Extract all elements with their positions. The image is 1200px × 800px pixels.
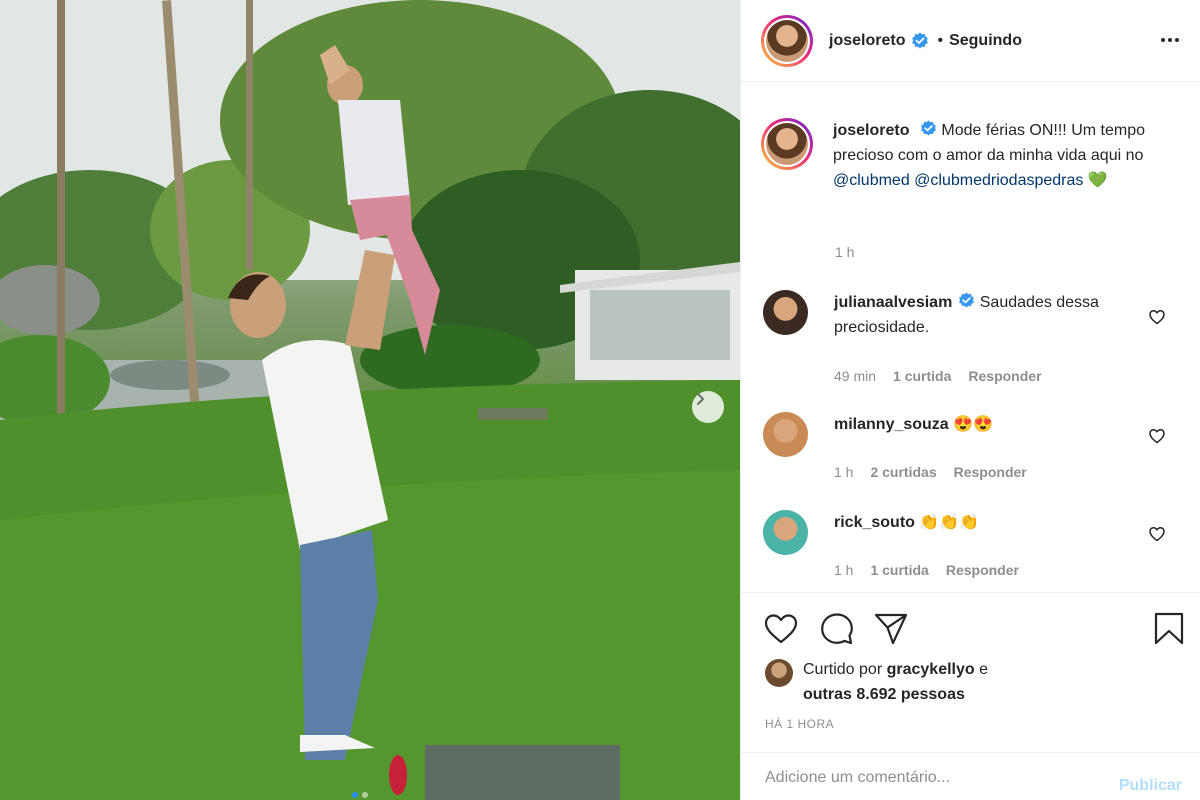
likes-summary: Curtido por gracykellyo e outras 8.692 p… [765, 657, 988, 707]
paper-plane-icon[interactable] [873, 611, 909, 647]
header-separator: • [937, 31, 944, 49]
next-photo-button[interactable] [692, 391, 724, 423]
carousel-dot-active [352, 792, 358, 798]
comment-input[interactable] [765, 767, 1085, 789]
liker-avatar[interactable] [765, 659, 793, 687]
avatar-image [766, 123, 808, 165]
publish-button[interactable]: Publicar [1119, 777, 1182, 795]
reply-button[interactable]: Responder [954, 464, 1027, 480]
add-comment-bar: Publicar [741, 752, 1200, 800]
comment-time[interactable]: 49 min [834, 368, 876, 384]
chevron-right-icon [697, 393, 704, 405]
carousel-dot [362, 792, 368, 798]
comment-time[interactable]: 1 h [834, 562, 853, 578]
post-header: joseloreto • Seguindo [741, 0, 1200, 82]
liker-username[interactable]: gracykellyo [887, 661, 975, 678]
post-side-panel: joseloreto • Seguindo joseloreto Mode fé… [740, 0, 1200, 800]
carousel-indicator [352, 792, 368, 798]
follow-status-button[interactable]: Seguindo [949, 32, 1022, 50]
comment-meta: 1 h 1 curtida Responder [834, 562, 1019, 578]
likes-count[interactable]: outras 8.692 pessoas [803, 686, 965, 703]
comment-body: julianaalvesiam Saudades dessa preciosid… [834, 290, 1134, 340]
comment-time[interactable]: 1 h [834, 464, 853, 480]
verified-badge-icon [959, 292, 975, 308]
comment-like-count[interactable]: 1 curtida [893, 368, 951, 384]
post-actions: Curtido por gracykellyo e outras 8.692 p… [741, 592, 1200, 752]
more-horizontal-icon[interactable] [1158, 28, 1182, 52]
mention-link[interactable]: @clubmedriodaspedras [914, 172, 1083, 189]
comment-bubble-icon[interactable] [819, 611, 855, 647]
heart-icon[interactable] [1148, 427, 1166, 445]
caption-text: joseloreto Mode férias ON!!! Um tempo pr… [833, 118, 1173, 193]
commenter-avatar[interactable] [763, 510, 808, 555]
caption-time[interactable]: 1 h [835, 244, 854, 260]
bookmark-icon[interactable] [1151, 611, 1187, 647]
photo-illustration [0, 0, 740, 800]
commenter-username[interactable]: milanny_souza [834, 416, 949, 433]
commenter-username[interactable]: julianaalvesiam [834, 294, 952, 311]
post-photo[interactable] [0, 0, 740, 800]
caption-username[interactable]: joseloreto [833, 122, 909, 139]
author-username[interactable]: joseloreto [829, 32, 905, 50]
verified-badge-icon [921, 120, 936, 136]
comment-like-count[interactable]: 2 curtidas [870, 464, 936, 480]
mention-link[interactable]: @clubmed [833, 172, 910, 189]
avatar-image [766, 19, 808, 62]
comment-text: 👏👏👏 [919, 514, 980, 531]
verified-badge-icon [912, 32, 929, 48]
commenter-avatar[interactable] [763, 290, 808, 335]
green-heart-emoji: 💚 [1087, 172, 1108, 189]
heart-icon[interactable] [1148, 525, 1166, 543]
post-caption: joseloreto Mode férias ON!!! Um tempo pr… [761, 118, 1176, 193]
likes-prefix: Curtido por [803, 661, 883, 678]
heart-icon[interactable] [1148, 308, 1166, 326]
likes-connector: e [979, 661, 989, 678]
comment-text: 😍😍 [953, 416, 993, 433]
comment-body: rick_souto 👏👏👏 [834, 510, 1134, 535]
comment-like-count[interactable]: 1 curtida [870, 562, 928, 578]
commenter-username[interactable]: rick_souto [834, 514, 915, 531]
reply-button[interactable]: Responder [968, 368, 1041, 384]
commenter-avatar[interactable] [763, 412, 808, 457]
reply-button[interactable]: Responder [946, 562, 1019, 578]
comment-meta: 49 min 1 curtida Responder [834, 368, 1042, 384]
post-timestamp[interactable]: HÁ 1 HORA [765, 717, 834, 731]
heart-icon[interactable] [763, 611, 799, 647]
caption-author-avatar[interactable] [761, 118, 813, 170]
author-avatar[interactable] [761, 14, 813, 67]
comment-body: milanny_souza 😍😍 [834, 412, 1134, 437]
comment-meta: 1 h 2 curtidas Responder [834, 464, 1027, 480]
